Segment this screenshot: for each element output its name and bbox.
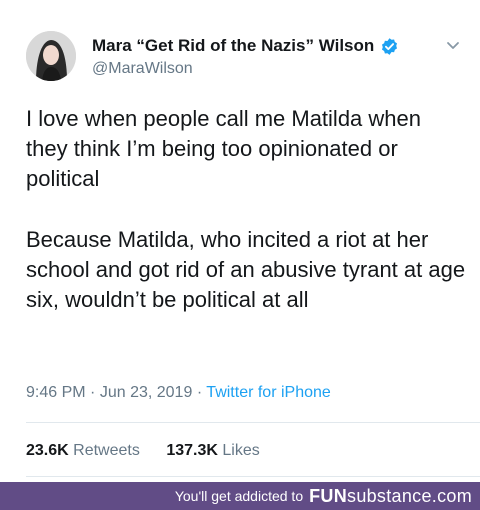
tweet-card: Mara “Get Rid of the Nazis” Wilson @Mara… — [0, 0, 480, 482]
separator: · — [196, 384, 207, 401]
tweet-metadata: 9:46 PM · Jun 23, 2019 · Twitter for iPh… — [26, 384, 331, 402]
divider — [26, 476, 480, 477]
tweet-paragraph: I love when people call me Matilda when … — [26, 106, 422, 191]
tweet-time[interactable]: 9:46 PM — [26, 384, 86, 401]
engagement-stats: 23.6K Retweets 137.3K Likes — [26, 442, 260, 460]
separator: · — [90, 384, 100, 401]
avatar[interactable] — [26, 31, 76, 81]
logo-main: FUN — [309, 485, 348, 506]
verified-badge-icon — [380, 37, 399, 56]
watermark-banner: You'll get addicted to FUNsubstance.com — [0, 482, 480, 510]
tweet-text: I love when people call me Matilda when … — [26, 104, 466, 315]
divider — [26, 422, 480, 423]
handle[interactable]: @MaraWilson — [92, 60, 193, 78]
retweets-count: 23.6K — [26, 442, 69, 459]
logo-sub: substance — [347, 485, 432, 506]
likes-stat[interactable]: 137.3K Likes — [166, 442, 259, 459]
tweet-paragraph: Because Matilda, who incited a riot at h… — [26, 227, 466, 312]
chevron-down-icon[interactable] — [444, 36, 462, 54]
retweets-label: Retweets — [73, 442, 140, 459]
logo-suffix: .com — [431, 485, 472, 506]
watermark-logo: FUNsubstance.com — [309, 486, 472, 507]
tweet-date[interactable]: Jun 23, 2019 — [100, 384, 193, 401]
likes-label: Likes — [222, 442, 260, 459]
watermark-tagline: You'll get addicted to — [174, 488, 304, 504]
author-row: Mara “Get Rid of the Nazis” Wilson — [92, 36, 399, 56]
likes-count: 137.3K — [166, 442, 218, 459]
retweets-stat[interactable]: 23.6K Retweets — [26, 442, 140, 459]
display-name[interactable]: Mara “Get Rid of the Nazis” Wilson — [92, 36, 374, 56]
tweet-source-link[interactable]: Twitter for iPhone — [206, 384, 331, 401]
